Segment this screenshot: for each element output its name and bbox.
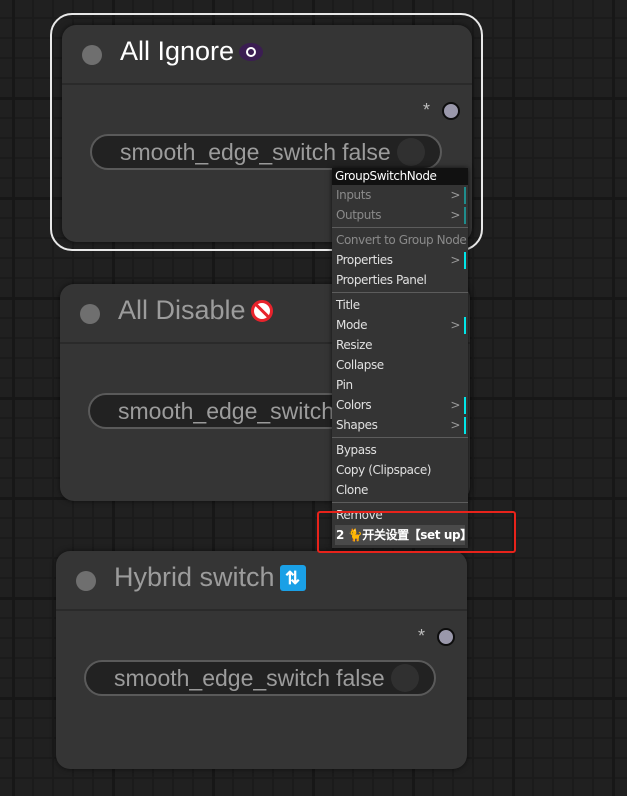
menu-item-outputs[interactable]: Outputs > [332, 205, 468, 225]
collapse-dot-icon[interactable] [82, 45, 102, 65]
output-slot-icon[interactable] [442, 101, 460, 120]
menu-item-bypass[interactable]: Bypass [332, 440, 468, 460]
collapse-dot-icon[interactable] [80, 304, 100, 324]
menu-item-mode[interactable]: Mode > [332, 315, 468, 335]
menu-item-inputs[interactable]: Inputs > [332, 185, 468, 205]
menu-item-shapes[interactable]: Shapes > [332, 415, 468, 435]
collapse-dot-icon[interactable] [76, 571, 96, 591]
node-header[interactable]: Hybrid switch ⇅ [56, 551, 467, 611]
smooth-edge-switch-toggle[interactable]: smooth_edge_switch false [84, 660, 436, 696]
widget-name: smooth_edge_switch [120, 138, 337, 165]
output-label: * [417, 626, 425, 646]
menu-separator [332, 292, 468, 293]
annotation-highlight-box [317, 511, 516, 553]
node-header[interactable]: All Ignore [62, 25, 472, 85]
output-slot-icon[interactable] [437, 627, 455, 646]
menu-separator [332, 502, 468, 503]
output-slot-row[interactable]: * [418, 626, 455, 647]
submenu-arrow-icon: > [450, 398, 460, 412]
widget-name: smooth_edge_switch [114, 664, 331, 691]
menu-item-clone[interactable]: Clone [332, 480, 468, 500]
submenu-arrow-icon: > [450, 253, 460, 267]
submenu-arrow-icon: > [450, 188, 460, 202]
menu-item-colors[interactable]: Colors > [332, 395, 468, 415]
menu-item-title[interactable]: Title [332, 295, 468, 315]
submenu-indicator [464, 317, 466, 334]
menu-separator [332, 437, 468, 438]
no-entry-icon [250, 299, 273, 322]
output-label: * [422, 100, 430, 120]
widget-value: false [336, 664, 385, 691]
menu-item-convert-to-group-node[interactable]: Convert to Group Node [332, 230, 468, 250]
menu-item-pin[interactable]: Pin [332, 375, 468, 395]
submenu-indicator [464, 397, 466, 414]
node-title: All Disable [118, 295, 273, 326]
menu-item-collapse[interactable]: Collapse [332, 355, 468, 375]
widget-name: smooth_edge_switch [118, 397, 335, 424]
eye-in-speech-bubble-icon [239, 42, 264, 61]
toggle-knob-icon [396, 138, 425, 166]
node-title: All Ignore [120, 36, 264, 67]
toggle-knob-icon [390, 664, 419, 692]
menu-item-resize[interactable]: Resize [332, 335, 468, 355]
submenu-indicator [464, 207, 466, 224]
menu-item-properties[interactable]: Properties > [332, 250, 468, 270]
smooth-edge-switch-toggle[interactable]: smooth_edge_switch false [90, 134, 442, 170]
submenu-indicator [464, 187, 466, 204]
submenu-arrow-icon: > [450, 208, 460, 222]
submenu-indicator [464, 252, 466, 269]
node-context-menu: GroupSwitchNode Inputs > Outputs > Conve… [332, 168, 472, 548]
submenu-arrow-icon: > [450, 318, 460, 332]
context-menu-title: GroupSwitchNode [332, 168, 468, 185]
submenu-arrow-icon: > [450, 418, 460, 432]
repeat-arrows-icon: ⇅ [279, 564, 306, 591]
menu-separator [332, 227, 468, 228]
node-title: Hybrid switch ⇅ [114, 562, 306, 593]
menu-item-properties-panel[interactable]: Properties Panel [332, 270, 468, 290]
output-slot-row[interactable]: * [423, 100, 460, 121]
widget-value: false [342, 138, 391, 165]
menu-item-copy-clipspace[interactable]: Copy (Clipspace) [332, 460, 468, 480]
submenu-indicator [464, 417, 466, 434]
node-hybrid-switch[interactable]: Hybrid switch ⇅ * smooth_edge_switch fal… [56, 551, 467, 769]
